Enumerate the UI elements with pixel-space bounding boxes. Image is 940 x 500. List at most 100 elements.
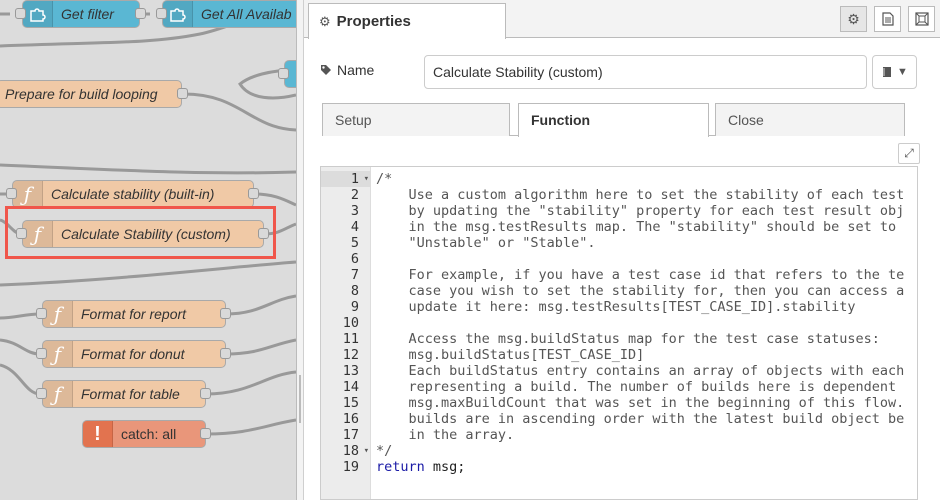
node-output-port[interactable] [200, 428, 211, 439]
line-number-text: 17 [342, 427, 359, 443]
node-output-port[interactable] [220, 348, 231, 359]
tab-function[interactable]: Function [518, 103, 709, 137]
wire [225, 338, 296, 356]
tab-setup[interactable]: Setup [322, 103, 510, 136]
code-line: For example, if you have a test case id … [376, 267, 905, 283]
node-prepare-build-looping[interactable]: Prepare for build looping [0, 80, 182, 108]
line-number-text: 8 [350, 283, 359, 299]
fold-toggle-icon[interactable]: ▾ [364, 443, 369, 459]
keyword: return [376, 459, 425, 475]
function-icon: ƒ [43, 381, 73, 407]
line-number: 17 [321, 427, 371, 443]
line-number: 14 [321, 379, 371, 395]
document-icon [881, 12, 894, 26]
expand-icon: ⤢ [904, 146, 914, 160]
node-output-port[interactable] [135, 8, 146, 19]
properties-tab[interactable]: ⚙ Properties [308, 3, 506, 39]
fold-toggle-icon[interactable]: ▾ [364, 171, 369, 187]
node-input-port[interactable] [6, 188, 17, 199]
tab-close[interactable]: Close [715, 103, 905, 136]
line-number: 13 [321, 363, 371, 379]
puzzle-icon [163, 1, 193, 27]
node-input-port[interactable] [36, 348, 47, 359]
wire [0, 363, 41, 396]
node-input-port[interactable] [36, 308, 47, 319]
line-number: 5 [321, 235, 371, 251]
wire [0, 260, 296, 287]
puzzle-icon [23, 1, 53, 27]
code-line: update it here: msg.testResults[TEST_CAS… [376, 299, 856, 315]
gear-icon: ⚙ [847, 10, 860, 27]
line-number-text: 5 [350, 235, 359, 251]
line-number-text: 12 [342, 347, 359, 363]
node-calculate-stability-builtin[interactable]: ƒ Calculate stability (built-in) [12, 180, 254, 208]
node-settings-button[interactable]: ⚙ [840, 6, 867, 32]
node-input-port[interactable] [15, 8, 26, 19]
node-input-port[interactable] [36, 388, 47, 399]
name-input[interactable] [424, 55, 867, 89]
wire [225, 294, 296, 316]
code-editor[interactable]: 1 ▾ 2 3 4 5 6 7 8 9 10 11 12 13 14 15 16 17 18 ▾ 19 /* Use a… [320, 166, 918, 500]
properties-tab-title: Properties [336, 13, 411, 30]
wire [0, 312, 41, 320]
node-label: Format for table [81, 386, 180, 402]
line-number-text: 10 [342, 315, 359, 331]
code-line: msg.buildStatus[TEST_CASE_ID] [376, 347, 645, 363]
node-appearance-button[interactable] [908, 6, 935, 32]
node-get-all-available[interactable]: Get All Availab [162, 0, 296, 28]
node-label: catch: all [121, 426, 177, 442]
code-line: Use a custom algorithm here to set the s… [376, 187, 905, 203]
code-line: representing a build. The number of buil… [376, 379, 897, 395]
line-number: 9 [321, 299, 371, 315]
book-icon [883, 67, 892, 77]
line-number-text: 13 [342, 363, 359, 379]
node-output-port[interactable] [200, 388, 211, 399]
node-format-for-report[interactable]: ƒ Format for report [42, 300, 226, 328]
node-label: Calculate stability (built-in) [51, 186, 215, 202]
panel-splitter[interactable] [296, 0, 304, 500]
line-number: 11 [321, 331, 371, 347]
node-format-for-table[interactable]: ƒ Format for table [42, 380, 206, 408]
code-line: builds are in ascending order with the l… [376, 411, 905, 427]
splitter-grip[interactable] [299, 375, 301, 423]
code-line: "Unstable" or "Stable". [376, 235, 596, 251]
line-number-text: 9 [350, 299, 359, 315]
line-number: 15 [321, 395, 371, 411]
code-line: by updating the "stability" property for… [376, 203, 905, 219]
line-number-text: 1 [350, 171, 359, 187]
node-description-button[interactable] [874, 6, 901, 32]
line-number-text: 15 [342, 395, 359, 411]
node-catch-all[interactable]: ! catch: all [82, 420, 206, 448]
node-input-port[interactable] [156, 8, 167, 19]
icon-picker-button[interactable]: ▼ [872, 55, 917, 89]
expand-editor-button[interactable]: ⤢ [898, 143, 920, 164]
wire [205, 418, 296, 436]
line-number: 16 [321, 411, 371, 427]
name-label: Name [320, 62, 374, 78]
name-label-text: Name [337, 62, 375, 78]
function-icon: ƒ [13, 181, 43, 207]
code-line: /* [376, 171, 393, 187]
line-number: 7 [321, 267, 371, 283]
node-label: Format for report [81, 306, 187, 322]
editor-gutter: 1 ▾ 2 3 4 5 6 7 8 9 10 11 12 13 14 15 16 17 18 ▾ 19 [321, 167, 371, 499]
node-output-port[interactable] [177, 88, 188, 99]
line-number: 2 [321, 187, 371, 203]
node-output-port[interactable] [248, 188, 259, 199]
line-number-text: 14 [342, 379, 359, 395]
line-number: 19 [321, 459, 371, 475]
code-line: in the array. [376, 427, 515, 443]
selection-highlight [5, 206, 276, 259]
code-line: case you wish to set the stability for, … [376, 283, 905, 299]
line-number: 1 ▾ [321, 171, 371, 187]
node-format-for-donut[interactable]: ƒ Format for donut [42, 340, 226, 368]
code-line: Each buildStatus entry contains an array… [376, 363, 905, 379]
flow-canvas[interactable]: Get filter Get All Availab Prepare for b… [0, 0, 296, 500]
node-output-port[interactable] [220, 308, 231, 319]
line-number-text: 18 [342, 443, 359, 459]
node-get-filter[interactable]: Get filter [22, 0, 140, 28]
line-number-text: 2 [350, 187, 359, 203]
wire [183, 92, 296, 132]
node-input-port[interactable] [278, 68, 289, 79]
line-number-text: 11 [342, 331, 359, 347]
